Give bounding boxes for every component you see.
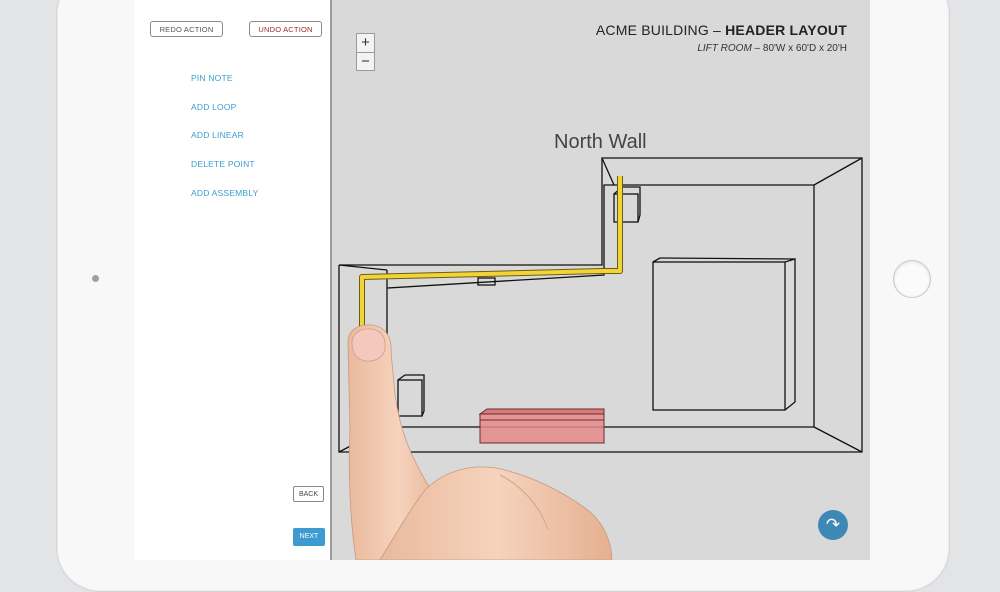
column-side (784, 258, 796, 411)
home-button[interactable] (893, 260, 931, 298)
wall-box-left-side (397, 374, 425, 417)
wall-edge (338, 264, 388, 271)
wall-label: North Wall (554, 131, 647, 153)
zoom-control: + − (356, 33, 375, 71)
subtitle-dimensions: – 80'W x 60'D x 20'H (751, 43, 847, 54)
rotate-left-button[interactable]: ↶ (352, 510, 382, 540)
outer-wall-outline (338, 157, 863, 453)
column-edge (659, 257, 796, 260)
menu-item-add-loop[interactable]: ADD LOOP (191, 101, 258, 130)
menu-item-add-assembly[interactable]: ADD ASSEMBLY (191, 187, 258, 216)
title-building: ACME BUILDING – (595, 22, 726, 38)
menu-item-add-linear[interactable]: ADD LINEAR (191, 129, 258, 158)
wall-edge (601, 157, 615, 186)
page-subtitle: LIFT ROOM – 80'W x 60'D x 20'H (697, 43, 847, 54)
rotate-right-icon: ↷ (825, 515, 841, 534)
zoom-in-button[interactable]: + (357, 34, 374, 53)
layout-canvas[interactable]: North Wall + − ACME BUILDING – HEADER LA… (332, 0, 870, 560)
tool-menu: PIN NOTE ADD LOOP ADD LINEAR DELETE POIN… (191, 72, 258, 215)
wall-box-left (397, 379, 423, 417)
room-drawing[interactable]: North Wall (332, 0, 870, 560)
tool-panel: REDO ACTION UNDO ACTION PIN NOTE ADD LOO… (134, 0, 332, 560)
wall-edge (813, 157, 863, 186)
rotate-left-icon: ↶ (359, 515, 375, 534)
app-screen: REDO ACTION UNDO ACTION PIN NOTE ADD LOO… (134, 0, 870, 560)
back-button[interactable]: BACK (293, 486, 324, 502)
rotate-right-button[interactable]: ↷ (818, 510, 848, 540)
inner-floor-outline (386, 184, 815, 428)
wall-edge (338, 426, 388, 453)
undo-button[interactable]: UNDO ACTION (249, 21, 322, 37)
menu-item-delete-point[interactable]: DELETE POINT (191, 158, 258, 187)
title-layout: HEADER LAYOUT (725, 22, 847, 38)
menu-item-pin-note[interactable]: PIN NOTE (191, 72, 258, 101)
highlighted-assembly (478, 408, 605, 444)
page-title: ACME BUILDING – HEADER LAYOUT (596, 22, 847, 38)
route-line (360, 176, 622, 328)
next-button[interactable]: NEXT (293, 528, 325, 546)
route-line-outline (359, 176, 623, 328)
zoom-out-button[interactable]: − (357, 53, 374, 71)
subtitle-room: LIFT ROOM (697, 43, 752, 54)
column-box (652, 261, 786, 411)
wall-edge (813, 426, 863, 453)
camera-icon (92, 275, 99, 282)
redo-button[interactable]: REDO ACTION (150, 21, 223, 37)
